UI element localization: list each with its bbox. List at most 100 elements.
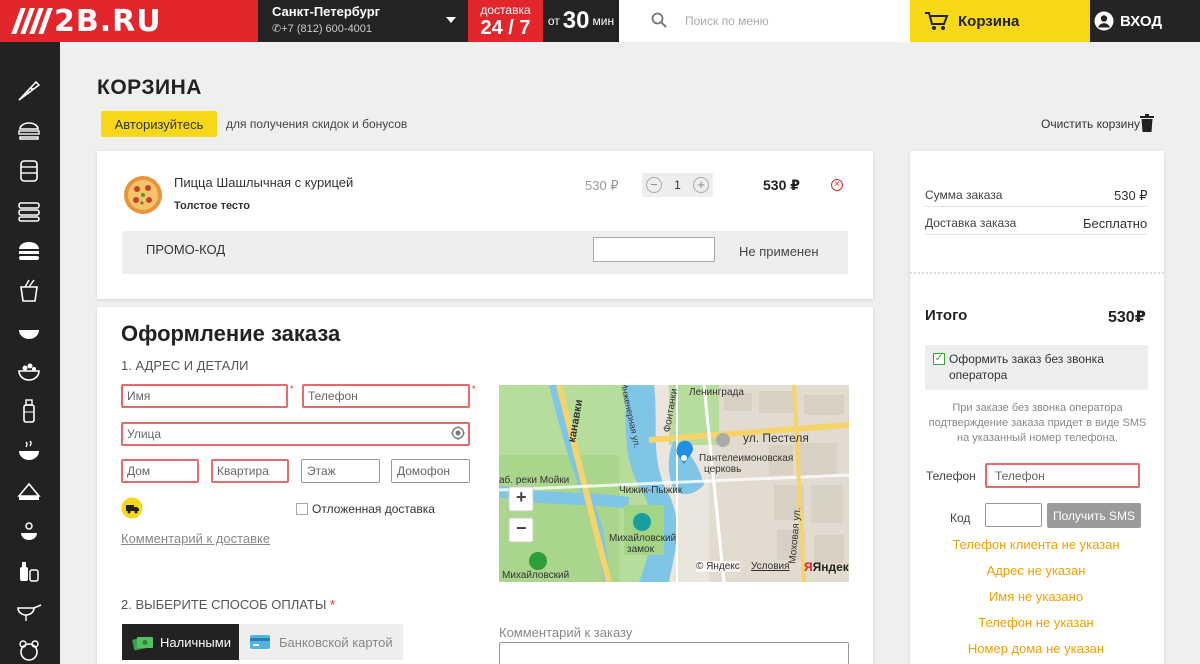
- time-from: от: [547, 14, 560, 28]
- salad-icon[interactable]: [16, 358, 42, 384]
- hot-bowl-icon[interactable]: [16, 438, 42, 464]
- logo[interactable]: 2B.RU: [0, 0, 258, 42]
- sms-phone-label: Телефон: [926, 469, 976, 483]
- auth-note: для получения скидок и бонусов: [226, 117, 408, 131]
- map-label: ул. Пестеля: [743, 431, 809, 445]
- decrease-quantity-button[interactable]: −: [646, 177, 662, 193]
- burger-icon[interactable]: [16, 238, 42, 264]
- required-mark: *: [290, 384, 294, 394]
- map-label: замок: [627, 544, 654, 555]
- map-attribution: © Яндекс: [696, 561, 740, 572]
- map-terms-link[interactable]: Условия: [751, 561, 790, 572]
- warning-address: Адрес не указан: [986, 563, 1086, 578]
- cart-button[interactable]: Корзина: [910, 0, 1090, 42]
- wok-icon[interactable]: [16, 598, 42, 624]
- no-call-option[interactable]: ✓ Оформить заказ без звонка оператора: [925, 345, 1148, 390]
- bottles-icon[interactable]: [16, 558, 42, 584]
- sms-code-label: Код: [950, 511, 971, 525]
- delivery-badge: доставка 24 / 7: [468, 0, 543, 42]
- chevron-down-icon: [446, 17, 456, 23]
- name-field[interactable]: Имя: [121, 384, 288, 408]
- sms-phone-input[interactable]: Телефон: [985, 463, 1140, 488]
- street-field[interactable]: Улица: [121, 422, 470, 446]
- increase-quantity-button[interactable]: +: [693, 177, 709, 193]
- no-call-label: Оформить заказ без звонка оператора: [949, 352, 1104, 382]
- bank-card-icon: [250, 635, 270, 649]
- sum-value: 530 ₽: [1114, 188, 1148, 203]
- authorize-button[interactable]: Авторизуйтесь: [101, 111, 217, 137]
- sms-code-input[interactable]: [985, 503, 1042, 527]
- burger-menu-icon[interactable]: [16, 118, 42, 144]
- no-call-checkbox[interactable]: ✓: [933, 353, 945, 365]
- soup-bowl-icon[interactable]: [16, 318, 42, 344]
- clear-cart-link[interactable]: Очистить корзину: [1041, 117, 1140, 131]
- city-selector[interactable]: Санкт-Петербург ✆+7 (812) 600-4001: [258, 0, 468, 42]
- geolocation-icon[interactable]: [451, 426, 465, 440]
- delivery-hours: 24 / 7: [480, 17, 531, 39]
- promo-label: ПРОМО-КОД: [146, 242, 226, 257]
- divider: [925, 206, 1147, 207]
- drinks-icon[interactable]: [16, 398, 42, 424]
- login-button[interactable]: ВХОД: [1090, 0, 1200, 42]
- phone-field[interactable]: Телефон: [302, 384, 470, 408]
- house-field[interactable]: Дом: [121, 459, 199, 483]
- logo-stripes: [11, 8, 53, 34]
- order-comment-input[interactable]: [499, 642, 849, 664]
- map-label: Ленинграда: [689, 387, 744, 398]
- warning-house: Номер дома не указан: [967, 641, 1105, 656]
- product-option: Толстое тесто: [174, 200, 251, 212]
- intercom-field[interactable]: Домофон: [391, 459, 470, 483]
- divider: [925, 234, 1147, 235]
- delivery-map[interactable]: Ленинграда ул. Пестеля Пантелеимоновская…: [499, 385, 849, 582]
- apartment-field[interactable]: Квартира: [211, 459, 289, 483]
- total-label: Итого: [925, 307, 968, 324]
- rolls-icon[interactable]: [16, 158, 42, 184]
- floor-field[interactable]: Этаж: [301, 459, 380, 483]
- page-title: КОРЗИНА: [97, 76, 202, 99]
- pay-card-button[interactable]: Банковской картой: [239, 624, 403, 660]
- step-address-heading: 1. АДРЕС И ДЕТАЛИ: [121, 358, 249, 373]
- search-bar[interactable]: Поиск по меню: [619, 0, 910, 42]
- sets-icon[interactable]: [16, 198, 42, 224]
- product-image[interactable]: [123, 175, 163, 215]
- promo-code-row: ПРОМО-КОД Не применен: [122, 231, 848, 274]
- header-phone[interactable]: ✆+7 (812) 600-4001: [272, 22, 454, 35]
- cash-icon: [132, 636, 153, 651]
- delivery-cost-value: Бесплатно: [1083, 216, 1148, 231]
- search-icon[interactable]: [651, 12, 667, 28]
- search-input[interactable]: Поиск по меню: [685, 14, 769, 28]
- pizza-icon[interactable]: [16, 78, 42, 104]
- get-sms-button[interactable]: Получить SMS: [1047, 503, 1141, 528]
- sum-label: Сумма заказа: [925, 188, 1003, 202]
- total-value: 530₽: [1108, 309, 1146, 326]
- delivery-truck-icon: [121, 497, 143, 519]
- delivery-comment-link[interactable]: Комментарий к доставке: [121, 531, 270, 546]
- product-total: 530 ₽: [763, 177, 800, 193]
- delayed-delivery-checkbox[interactable]: [296, 503, 308, 515]
- top-bar: 2B.RU Санкт-Петербург ✆+7 (812) 600-4001…: [0, 0, 1200, 42]
- cart-label: Корзина: [958, 12, 1020, 30]
- noodle-box-icon[interactable]: [16, 278, 42, 304]
- time-value: 30: [562, 7, 590, 34]
- sauce-icon[interactable]: [16, 518, 42, 544]
- category-sidebar: [0, 42, 60, 664]
- quantity-stepper: − 1 +: [642, 173, 713, 197]
- map-zoom-out-button[interactable]: −: [516, 518, 527, 539]
- step-payment-heading: 2. ВЫБЕРИТЕ СПОСОБ ОПЛАТЫ *: [121, 597, 336, 612]
- promo-code-input[interactable]: [593, 237, 715, 262]
- phone-icon: ✆: [272, 23, 282, 35]
- warning-phone: Телефон не указан: [978, 615, 1094, 630]
- delayed-delivery-label[interactable]: Отложенная доставка: [312, 502, 435, 516]
- pay-cash-button[interactable]: Наличными: [122, 624, 239, 660]
- order-comment-label: Комментарий к заказу: [499, 625, 633, 640]
- delivery-label: доставка: [480, 3, 531, 17]
- trash-icon[interactable]: [1140, 114, 1154, 132]
- product-unit-price: 530 ₽: [585, 178, 619, 193]
- map-label: аб. реки Мойки: [499, 475, 570, 486]
- remove-item-icon[interactable]: ×: [831, 179, 843, 191]
- map-zoom-in-button[interactable]: +: [516, 487, 527, 508]
- product-name[interactable]: Пицца Шашлычная с курицей: [174, 175, 353, 190]
- dessert-icon[interactable]: [16, 478, 42, 504]
- map-label: Пантелеимоновская: [699, 453, 794, 464]
- kids-icon[interactable]: [16, 638, 42, 664]
